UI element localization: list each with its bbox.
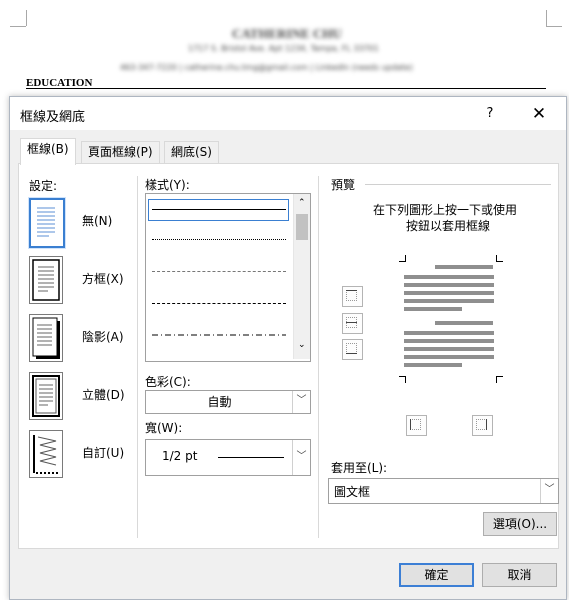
style-list-scrollbar[interactable]: ⌃ ⌄ (293, 194, 310, 359)
preview-label: 預覽 (331, 178, 356, 192)
width-dropdown[interactable]: 1/2 pt ﹀ (145, 439, 311, 476)
background-document: CATHERINE CHU 1717 S. Bristol Ave. Apt 1… (0, 0, 569, 100)
setting-shadow-icon[interactable] (29, 314, 63, 362)
setting-custom-icon[interactable] (29, 430, 63, 478)
border-middle-button[interactable] (342, 313, 363, 334)
style-selected-outline (148, 199, 289, 221)
setting-3d-icon[interactable] (29, 372, 63, 420)
setting-shadow-label[interactable]: 陰影(A) (82, 328, 124, 345)
options-button[interactable]: 選項(O)... (483, 512, 557, 536)
setting-box-icon[interactable] (29, 256, 63, 304)
preview-corner-tl (399, 255, 406, 262)
column-divider-right (318, 176, 319, 538)
preview-instruction-1: 在下列圖形上按一下或使用 (373, 203, 518, 217)
line-style-list[interactable]: ⌃ ⌄ (145, 193, 311, 362)
border-bottom-button[interactable] (342, 339, 363, 360)
close-button[interactable]: ✕ (526, 103, 552, 125)
setting-box-label[interactable]: 方框(X) (82, 270, 124, 287)
preview-text-line (404, 355, 494, 359)
setting-custom-label[interactable]: 自訂(U) (82, 444, 124, 461)
preview-text-line (404, 347, 494, 351)
crop-mark-left-h (10, 26, 26, 27)
preview-text-line (404, 363, 462, 367)
preview-corner-bl (399, 376, 406, 383)
setting-none-label[interactable]: 無(N) (82, 212, 112, 229)
setting-none-icon[interactable] (28, 197, 66, 249)
chevron-down-icon[interactable]: ﹀ (292, 440, 310, 475)
settings-label: 設定: (29, 179, 58, 193)
color-value: 自動 (207, 395, 232, 409)
preview-text-line (404, 275, 494, 279)
help-button[interactable]: ? (478, 103, 502, 125)
cancel-button[interactable]: 取消 (482, 563, 557, 587)
doc-heading-rule (26, 88, 546, 89)
apply-to-dropdown[interactable]: 圖文框 ﹀ (328, 478, 559, 504)
style-dotted[interactable] (152, 239, 286, 240)
preview-corner-tr (496, 255, 503, 262)
preview-text-line (404, 339, 494, 343)
doc-address: 1717 S. Bristol Ave. Apt 1234, Tampa, FL… (188, 44, 379, 53)
scroll-down-icon[interactable]: ⌄ (298, 340, 306, 350)
ok-button[interactable]: 確定 (399, 563, 474, 587)
tab-borders[interactable]: 框線(B) (20, 138, 76, 165)
doc-name: CATHERINE CHU (232, 26, 342, 41)
width-sample-line (218, 457, 284, 458)
scroll-thumb[interactable] (296, 214, 308, 240)
color-label: 色彩(C): (145, 375, 191, 389)
preview-header-rule (365, 184, 551, 185)
crop-mark-right (546, 10, 547, 26)
style-label: 樣式(Y): (145, 178, 190, 192)
borders-shading-dialog: 框線及網底 ? ✕ 框線(B) 頁面框線(P) 網底(S) 設定: 無(N) 方… (9, 96, 567, 600)
width-label: 寬(W): (145, 421, 183, 435)
preview-corner-br (496, 376, 503, 383)
doc-contact: 463-347-7220 | catherine.chu.tmg@gmail.c… (120, 63, 413, 72)
borders-panel: 設定: 無(N) 方框(X) 陰影(A) 立體(D) 自訂(U) 樣式(Y): … (18, 163, 559, 549)
style-dashed[interactable] (152, 303, 286, 304)
preview-instruction-2: 按鈕以套用框線 (406, 219, 491, 233)
tab-page-border[interactable]: 頁面框線(P) (81, 141, 160, 164)
dialog-titlebar: 框線及網底 ? ✕ (10, 97, 566, 130)
width-value: 1/2 pt (162, 449, 198, 463)
dialog-title: 框線及網底 (20, 110, 86, 125)
preview-text-line (404, 307, 462, 311)
apply-to-value: 圖文框 (334, 485, 371, 499)
chevron-down-icon[interactable]: ﹀ (540, 479, 558, 503)
color-dropdown[interactable]: 自動 ﹀ (145, 390, 311, 414)
preview-text-line (435, 265, 493, 269)
preview-text-line (404, 291, 494, 295)
border-left-button[interactable] (406, 415, 427, 436)
crop-mark-left (26, 10, 27, 26)
style-dashed-fine[interactable] (152, 271, 286, 272)
preview-text-line (404, 283, 494, 287)
preview-text-line (435, 321, 493, 325)
preview-text-line (404, 331, 494, 335)
style-dash-dot[interactable] (152, 334, 286, 336)
border-right-button[interactable] (472, 415, 493, 436)
border-top-button[interactable] (342, 286, 363, 307)
preview-text-line (404, 299, 494, 303)
tab-shading[interactable]: 網底(S) (164, 141, 219, 164)
chevron-down-icon[interactable]: ﹀ (292, 391, 310, 413)
style-solid[interactable] (152, 209, 286, 210)
setting-3d-label[interactable]: 立體(D) (82, 386, 125, 403)
column-divider-left (137, 176, 138, 538)
apply-to-label: 套用至(L): (331, 461, 388, 475)
scroll-up-icon[interactable]: ⌃ (298, 198, 306, 208)
crop-mark-right-h (546, 26, 562, 27)
